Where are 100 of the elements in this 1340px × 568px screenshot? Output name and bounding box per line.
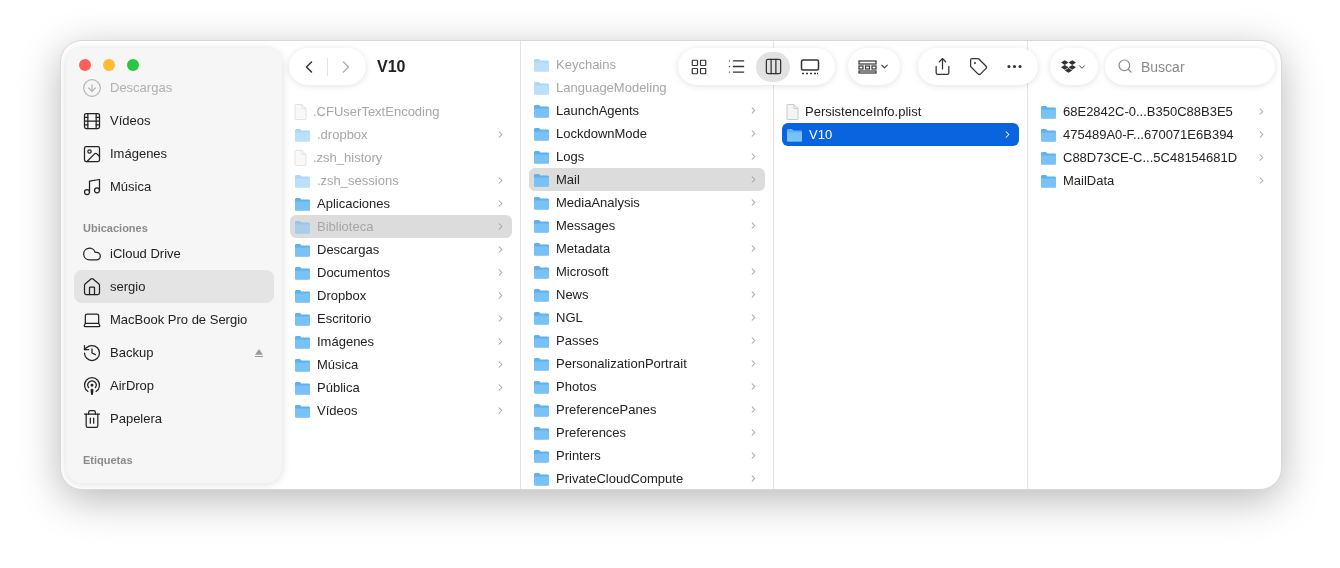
broadcast-icon xyxy=(82,375,102,396)
file-row[interactable]: Logs xyxy=(529,145,765,168)
sidebar-item[interactable]: iCloud Drive xyxy=(74,237,274,270)
folder-icon xyxy=(294,127,311,142)
folder-icon xyxy=(533,287,550,302)
section-header: Ubicaciones xyxy=(82,221,149,236)
file-row[interactable]: Descargas xyxy=(290,238,512,261)
folder-icon xyxy=(533,149,550,164)
file-row[interactable]: Dropbox xyxy=(290,284,512,307)
search-icon xyxy=(1117,58,1133,74)
sidebar-item[interactable]: sergio xyxy=(74,270,274,303)
folder-icon xyxy=(1040,127,1057,142)
sidebar-item[interactable]: Imágenes xyxy=(74,137,274,170)
file-row[interactable]: Pública xyxy=(290,376,512,399)
file-row[interactable]: Photos xyxy=(529,375,765,398)
file-row[interactable]: LaunchAgents xyxy=(529,99,765,122)
sidebar-item[interactable]: AirDrop xyxy=(74,369,274,402)
folder-icon xyxy=(294,403,311,418)
folder-icon xyxy=(533,333,550,348)
file-row[interactable]: Imágenes xyxy=(290,330,512,353)
clock-history-icon xyxy=(82,342,102,363)
columns-icon xyxy=(763,57,783,76)
window-title: V10 xyxy=(377,56,406,77)
view-button[interactable] xyxy=(756,51,790,82)
file-row[interactable]: MediaAnalysis xyxy=(529,191,765,214)
file-row[interactable]: C88D73CE-C...5C48154681D xyxy=(1036,146,1273,169)
file-row[interactable]: 68E2842C-0...B350C88B3E5 xyxy=(1036,100,1273,123)
dropbox-button[interactable] xyxy=(1050,48,1098,85)
sidebar-item[interactable]: Música xyxy=(74,170,274,203)
file-row[interactable]: NGL xyxy=(529,306,765,329)
document-icon xyxy=(786,103,799,120)
file-row[interactable]: Mail xyxy=(529,168,765,191)
file-row[interactable]: Aplicaciones xyxy=(290,192,512,215)
file-row[interactable]: News xyxy=(529,283,765,306)
file-row[interactable]: MailData xyxy=(1036,169,1273,192)
sidebar-item[interactable]: Backup xyxy=(74,336,274,369)
section-header: Etiquetas xyxy=(82,453,134,468)
file-row[interactable]: PreferencePanes xyxy=(529,398,765,421)
file-row[interactable]: 475489A0-F...670071E6B394 xyxy=(1036,123,1273,146)
folder-icon xyxy=(533,402,550,417)
folder-icon xyxy=(533,356,550,371)
file-row[interactable]: LockdownMode xyxy=(529,122,765,145)
folder-icon xyxy=(294,334,311,349)
folder-icon xyxy=(294,288,311,303)
file-row[interactable]: PersistenceInfo.plist xyxy=(782,100,928,123)
sidebar-item[interactable]: Papelera xyxy=(74,402,274,435)
folder-icon xyxy=(294,357,311,372)
house-icon xyxy=(82,276,102,297)
folder-icon xyxy=(533,241,550,256)
folder-icon xyxy=(533,310,550,325)
folder-icon xyxy=(533,425,550,440)
folder-icon xyxy=(533,80,550,95)
sidebar-item[interactable]: Vídeos xyxy=(74,104,274,137)
close-button[interactable] xyxy=(79,59,91,71)
download-icon xyxy=(82,77,102,98)
music-note-icon xyxy=(82,176,102,197)
folder-icon xyxy=(294,311,311,326)
file-row[interactable]: Printers xyxy=(529,444,765,467)
folder-icon xyxy=(533,195,550,210)
file-row[interactable]: Passes xyxy=(529,329,765,352)
dropbox-icon xyxy=(1061,59,1076,74)
folder-icon xyxy=(294,242,311,257)
file-row[interactable]: Música xyxy=(290,353,512,376)
list-icon xyxy=(726,57,746,76)
file-row[interactable]: PersonalizationPortrait xyxy=(529,352,765,375)
folder-icon xyxy=(533,172,550,187)
document-icon xyxy=(294,149,307,166)
tag-icon[interactable] xyxy=(968,57,988,76)
folder-icon xyxy=(533,264,550,279)
folder-icon xyxy=(533,103,550,118)
group-grid-icon xyxy=(858,59,877,74)
folder-icon xyxy=(294,173,311,188)
gallery-icon xyxy=(800,58,820,75)
trash-icon xyxy=(82,408,102,429)
file-row[interactable]: Messages xyxy=(529,214,765,237)
folder-icon xyxy=(533,448,550,463)
grid-icon xyxy=(690,57,708,76)
folder-icon xyxy=(533,218,550,233)
file-row[interactable]: Vídeos xyxy=(290,399,512,422)
file-row[interactable]: Metadata xyxy=(529,237,765,260)
file-row[interactable]: Preferences xyxy=(529,421,765,444)
folder-icon xyxy=(1040,173,1057,188)
folder-icon xyxy=(1040,150,1057,165)
folder-icon xyxy=(533,379,550,394)
sidebar-item[interactable]: MacBook Pro de Sergio xyxy=(74,303,274,336)
file-row[interactable]: PrivateCloudCompute xyxy=(529,467,765,489)
search-field[interactable]: Buscar xyxy=(1105,48,1275,85)
file-row[interactable]: Microsoft xyxy=(529,260,765,283)
file-row[interactable]: Escritorio xyxy=(290,307,512,330)
folder-icon xyxy=(294,196,311,211)
folder-icon xyxy=(294,265,311,280)
folder-icon xyxy=(294,219,311,234)
group-button[interactable] xyxy=(848,48,900,85)
file-row[interactable]: V10 xyxy=(782,123,1019,146)
folder-icon xyxy=(786,127,803,142)
image-icon xyxy=(82,143,102,164)
folder-icon xyxy=(533,126,550,141)
file-row[interactable]: Documentos xyxy=(290,261,512,284)
folder-icon xyxy=(533,471,550,486)
document-icon xyxy=(294,103,307,120)
